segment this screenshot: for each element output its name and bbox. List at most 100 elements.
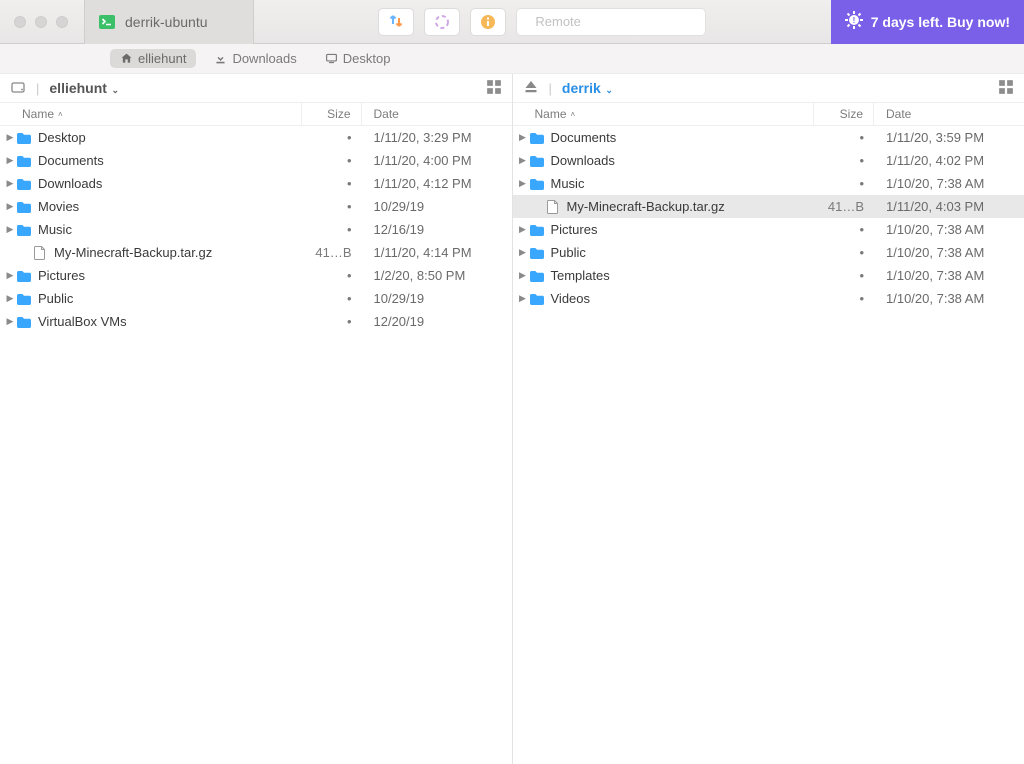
toolbar: [254, 8, 831, 36]
folder-row[interactable]: ▶Downloads•1/11/20, 4:02 PM: [513, 149, 1024, 172]
folder-row[interactable]: ▶Public•1/10/20, 7:38 AM: [513, 241, 1024, 264]
folder-row[interactable]: ▶VirtualBox VMs•12/20/19: [0, 310, 512, 333]
disclosure-triangle-icon[interactable]: ▶: [513, 293, 527, 304]
info-button[interactable]: [470, 8, 506, 36]
disclosure-triangle-icon: ▶: [0, 247, 14, 258]
item-size: •: [814, 291, 874, 306]
col-name[interactable]: Name ˄: [0, 103, 302, 125]
activity-button[interactable]: [424, 8, 460, 36]
zoom-window-button[interactable]: [56, 16, 68, 28]
file-row[interactable]: ▶My-Minecraft-Backup.tar.gz41…B1/11/20, …: [0, 241, 512, 264]
item-size: •: [302, 130, 362, 145]
item-date: 1/10/20, 7:38 AM: [874, 268, 1024, 283]
disclosure-triangle-icon[interactable]: ▶: [0, 132, 14, 143]
item-size: 41…B: [814, 199, 874, 214]
folder-row[interactable]: ▶Music•12/16/19: [0, 218, 512, 241]
item-size: 41…B: [302, 245, 362, 260]
folder-row[interactable]: ▶Music•1/10/20, 7:38 AM: [513, 172, 1024, 195]
folder-icon: [527, 130, 547, 146]
item-date: 1/2/20, 8:50 PM: [362, 268, 512, 283]
item-name: Movies: [34, 199, 302, 214]
folder-row[interactable]: ▶Documents•1/11/20, 4:00 PM: [0, 149, 512, 172]
breadcrumb-elliehunt[interactable]: elliehunt: [110, 49, 196, 68]
breadcrumb-desktop[interactable]: Desktop: [315, 49, 401, 68]
col-size[interactable]: Size: [302, 103, 362, 125]
col-size[interactable]: Size: [814, 103, 874, 125]
sort-asc-icon: ˄: [58, 110, 63, 119]
disclosure-triangle-icon[interactable]: ▶: [0, 155, 14, 166]
item-name: Public: [547, 245, 815, 260]
item-name: Music: [34, 222, 302, 237]
item-name: Downloads: [34, 176, 302, 191]
col-date[interactable]: Date: [874, 103, 1024, 125]
disclosure-triangle-icon[interactable]: ▶: [513, 155, 527, 166]
disclosure-triangle-icon[interactable]: ▶: [513, 224, 527, 235]
item-name: Downloads: [547, 153, 815, 168]
item-size: •: [302, 176, 362, 191]
disclosure-triangle-icon[interactable]: ▶: [513, 132, 527, 143]
transfer-button[interactable]: [378, 8, 414, 36]
item-name: Pictures: [34, 268, 302, 283]
folder-icon: [14, 291, 34, 307]
disclosure-triangle-icon[interactable]: ▶: [0, 224, 14, 235]
folder-row[interactable]: ▶Pictures•1/2/20, 8:50 PM: [0, 264, 512, 287]
window-controls: [0, 16, 84, 28]
disclosure-triangle-icon[interactable]: ▶: [513, 178, 527, 189]
trial-banner[interactable]: 7 days left. Buy now!: [831, 0, 1024, 44]
disclosure-triangle-icon[interactable]: ▶: [513, 270, 527, 281]
item-date: 1/11/20, 4:14 PM: [362, 245, 512, 260]
disclosure-triangle-icon[interactable]: ▶: [0, 201, 14, 212]
item-size: •: [814, 268, 874, 283]
item-size: •: [814, 245, 874, 260]
remote-search-input[interactable]: [535, 14, 695, 29]
disclosure-triangle-icon[interactable]: ▶: [0, 270, 14, 281]
terminal-icon: [97, 12, 117, 32]
local-file-list: ▶Desktop•1/11/20, 3:29 PM▶Documents•1/11…: [0, 126, 512, 764]
disclosure-triangle-icon[interactable]: ▶: [0, 178, 14, 189]
item-name: My-Minecraft-Backup.tar.gz: [563, 199, 815, 214]
disk-icon[interactable]: [10, 79, 26, 98]
item-date: 1/11/20, 4:00 PM: [362, 153, 512, 168]
view-mode-button[interactable]: [998, 79, 1014, 98]
item-name: Desktop: [34, 130, 302, 145]
remote-search[interactable]: [516, 8, 706, 36]
folder-row[interactable]: ▶Templates•1/10/20, 7:38 AM: [513, 264, 1024, 287]
item-size: •: [302, 291, 362, 306]
remote-location-button[interactable]: derrik ⌄: [562, 80, 613, 96]
folder-row[interactable]: ▶ Downloads•1/11/20, 4:12 PM: [0, 172, 512, 195]
local-pane: | elliehunt ⌄ Name ˄ Size Date ▶Desktop•…: [0, 74, 513, 764]
item-name: Pictures: [547, 222, 815, 237]
breadcrumb-downloads[interactable]: Downloads: [204, 49, 306, 68]
item-date: 1/11/20, 4:12 PM: [362, 176, 512, 191]
col-name[interactable]: Name ˄: [513, 103, 815, 125]
disclosure-triangle-icon[interactable]: ▶: [0, 316, 14, 327]
folder-row[interactable]: ▶Public•10/29/19: [0, 287, 512, 310]
item-name: VirtualBox VMs: [34, 314, 302, 329]
folder-row[interactable]: ▶Videos•1/10/20, 7:38 AM: [513, 287, 1024, 310]
folder-row[interactable]: ▶ Desktop•1/11/20, 3:29 PM: [0, 126, 512, 149]
file-icon: [30, 245, 50, 261]
item-date: 1/10/20, 7:38 AM: [874, 176, 1024, 191]
remote-pane: | derrik ⌄ Name ˄ Size Date ▶Documents•1…: [513, 74, 1024, 764]
local-location-button[interactable]: elliehunt ⌄: [49, 80, 119, 96]
folder-icon: [14, 222, 34, 238]
view-mode-button[interactable]: [486, 79, 502, 98]
disclosure-triangle-icon[interactable]: ▶: [513, 247, 527, 258]
folder-row[interactable]: ▶Documents•1/11/20, 3:59 PM: [513, 126, 1024, 149]
disclosure-triangle-icon[interactable]: ▶: [0, 293, 14, 304]
folder-icon: [527, 245, 547, 261]
minimize-window-button[interactable]: [35, 16, 47, 28]
folder-icon: [14, 199, 34, 215]
folder-icon: [14, 268, 34, 284]
col-date[interactable]: Date: [362, 103, 512, 125]
close-window-button[interactable]: [14, 16, 26, 28]
connection-tab[interactable]: derrik-ubuntu: [84, 0, 254, 44]
item-name: Documents: [34, 153, 302, 168]
item-date: 1/11/20, 3:29 PM: [362, 130, 512, 145]
eject-icon[interactable]: [523, 79, 539, 98]
folder-row[interactable]: ▶Pictures•1/10/20, 7:38 AM: [513, 218, 1024, 241]
file-row[interactable]: ▶My-Minecraft-Backup.tar.gz41…B1/11/20, …: [513, 195, 1024, 218]
folder-row[interactable]: ▶Movies•10/29/19: [0, 195, 512, 218]
connection-tab-label: derrik-ubuntu: [125, 14, 208, 30]
item-name: Documents: [547, 130, 815, 145]
